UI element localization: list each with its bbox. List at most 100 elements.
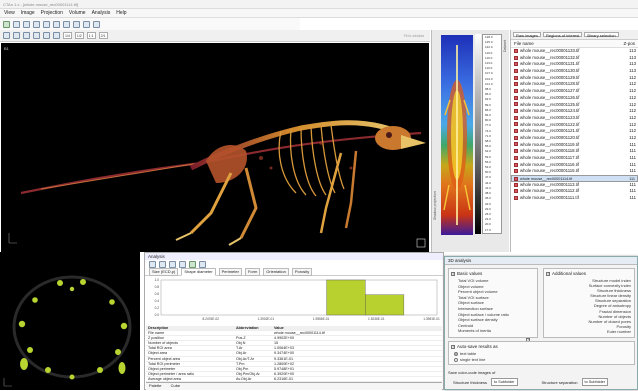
file-row[interactable]: whole mouse__rec00001111.tif 111	[511, 195, 638, 202]
cell-value: whole mouse__rec00001114.tif	[274, 331, 325, 336]
cell-value: 1.2800E+02	[274, 361, 294, 366]
zoom-double-button[interactable]: 2/1	[98, 32, 108, 39]
file-row[interactable]: whole mouse__rec00001129.tif 112	[511, 75, 638, 82]
play-icon[interactable]	[3, 20, 10, 28]
basic-value-item: Moments of inertia	[458, 328, 491, 334]
settings-icon[interactable]	[179, 260, 186, 268]
file-row[interactable]: whole mouse__rec00001123.tif 112	[511, 115, 638, 122]
viewer-label: B1	[4, 46, 9, 51]
tab-binary-selection[interactable]: Binary selection	[584, 32, 619, 38]
file-row[interactable]: whole mouse__rec00001116.tif 111	[511, 162, 638, 169]
roi-icon[interactable]	[53, 20, 60, 28]
col-file-name[interactable]: File name	[514, 41, 534, 46]
analysis-tab[interactable]: Porosity	[291, 267, 313, 276]
file-zpos: 112	[629, 108, 636, 114]
file-row[interactable]: whole mouse__rec00001113.tif 111	[511, 182, 638, 189]
file-list[interactable]: whole mouse__rec00001133.tif 113 whole mou…	[511, 48, 638, 202]
copy-icon[interactable]	[149, 260, 156, 268]
rotate-icon[interactable]	[53, 32, 60, 39]
file-row[interactable]: whole mouse__rec00001115.tif 111	[511, 168, 638, 175]
zoom-icon[interactable]	[23, 32, 30, 39]
menu-volume[interactable]: Volume	[69, 9, 86, 17]
additional-values-checkbox[interactable]	[546, 271, 550, 276]
thickness-label: Structure thickness	[453, 379, 488, 385]
separation-select[interactable]: to Subfolder	[581, 378, 609, 386]
basic-values-checkbox[interactable]	[451, 271, 455, 276]
measure-icon[interactable]	[33, 32, 40, 39]
histogram-icon[interactable]	[63, 20, 70, 28]
file-row[interactable]: whole mouse__rec00001120.tif 112	[511, 135, 638, 142]
image-icon[interactable]	[33, 20, 40, 28]
file-zpos: 112	[629, 121, 636, 127]
file-icon	[514, 68, 518, 73]
basic-values-group: Basic values Total VOI volumeObject volu…	[448, 268, 538, 338]
analysis-tabs: Size (ECD,p) Shape diameter Perimeter Form O…	[145, 267, 443, 276]
file-row[interactable]: whole mouse__rec00001133.tif 113	[511, 48, 638, 55]
file-row[interactable]: whole mouse__rec00001119.tif 111	[511, 142, 638, 149]
file-row[interactable]: whole mouse__rec00001124.tif 112	[511, 108, 638, 115]
file-row[interactable]: whole mouse__rec00001126.tif 112	[511, 95, 638, 102]
menu-help[interactable]: Help	[116, 9, 126, 17]
help-icon[interactable]	[93, 20, 100, 28]
thickness-select[interactable]: to Subfolder	[491, 378, 518, 386]
projection-heatmap[interactable]	[441, 35, 473, 235]
hist-y-tick: 1.0	[155, 278, 160, 282]
pan-icon[interactable]	[13, 32, 20, 39]
3d-analysis-icon[interactable]	[189, 260, 196, 268]
single-line-radio[interactable]	[454, 357, 458, 362]
analysis-tab[interactable]: Shape diameter	[181, 267, 216, 276]
chart-icon[interactable]	[169, 260, 176, 268]
scale-tick: 17.0	[485, 227, 491, 232]
tab-raw-images[interactable]: Raw images	[513, 32, 542, 38]
menu-image[interactable]: Image	[21, 9, 35, 17]
file-row[interactable]: whole mouse__rec00001118.tif 111	[511, 148, 638, 155]
binary-icon[interactable]	[43, 20, 50, 28]
crosshair-icon[interactable]	[43, 32, 50, 39]
palette-value[interactable]: Cube	[171, 383, 181, 388]
file-row[interactable]: whole mouse__rec00001121.tif 112	[511, 128, 638, 135]
file-row[interactable]: whole mouse__rec00001128.tif 112	[511, 81, 638, 88]
file-name: whole mouse__rec00001112.tif	[520, 188, 580, 194]
tab-regions-of-interest[interactable]: Regions of interest	[543, 32, 583, 38]
menu-view[interactable]: View	[4, 9, 15, 17]
save-icon[interactable]	[73, 20, 80, 28]
file-zpos: 112	[629, 94, 636, 100]
file-row[interactable]: whole mouse__rec00001122.tif 112	[511, 122, 638, 129]
contrast-icon[interactable]	[23, 20, 30, 28]
file-row[interactable]: whole mouse__rec00001125.tif 112	[511, 102, 638, 109]
cell-value: 5.9748E+01	[274, 366, 294, 371]
select-icon[interactable]	[3, 32, 10, 39]
grid-icon[interactable]	[13, 20, 20, 28]
analysis-tab[interactable]: Orientation	[263, 267, 289, 276]
cell-description: Object perimeter / area ratio	[148, 371, 194, 376]
file-row[interactable]: whole mouse__rec00001117.tif 111	[511, 155, 638, 162]
file-row[interactable]: whole mouse__rec00001130.tif 113	[511, 68, 638, 75]
file-row[interactable]: whole mouse__rec00001127.tif 112	[511, 88, 638, 95]
zoom-half-button[interactable]: 1/2	[74, 32, 84, 39]
col-z-pos[interactable]: Z-pos	[623, 41, 635, 46]
file-name: whole mouse__rec00001114.tif	[520, 177, 573, 182]
analysis-tab[interactable]: Form	[244, 267, 261, 276]
text-table-radio[interactable]	[454, 351, 458, 356]
file-row[interactable]: whole mouse__rec00001112.tif 111	[511, 188, 638, 195]
file-row[interactable]: whole mouse__rec00001131.tif 113	[511, 61, 638, 68]
cell-value: 4.9902E+00	[274, 336, 294, 341]
cell-value: 1.0064E+03	[274, 346, 294, 351]
zoom-one-button[interactable]: 1:1	[86, 32, 96, 39]
file-row[interactable]: whole mouse__rec00001132.tif 113	[511, 55, 638, 62]
file-zpos: 113	[629, 68, 636, 74]
save-results-icon[interactable]	[159, 260, 166, 268]
menu-analysis[interactable]: Analysis	[92, 9, 111, 17]
zoom-quarter-button[interactable]: 1/4	[63, 32, 72, 39]
col-abbreviation: Abbreviation	[236, 326, 259, 330]
volume-render-view[interactable]: B1	[1, 43, 429, 252]
file-row[interactable]: whole mouse__rec00001114.tif 111	[511, 175, 638, 182]
undo-icon[interactable]	[83, 20, 90, 28]
slice-view[interactable]	[0, 252, 140, 390]
autosave-checkbox[interactable]	[451, 344, 455, 349]
hist-y-tick: 0.6	[155, 292, 160, 296]
analysis-tab[interactable]: Perimeter	[218, 267, 242, 276]
menu-projection[interactable]: Projection	[41, 9, 63, 17]
analysis-tab[interactable]: Size (ECD,p)	[149, 267, 179, 276]
export-icon[interactable]	[199, 260, 206, 268]
